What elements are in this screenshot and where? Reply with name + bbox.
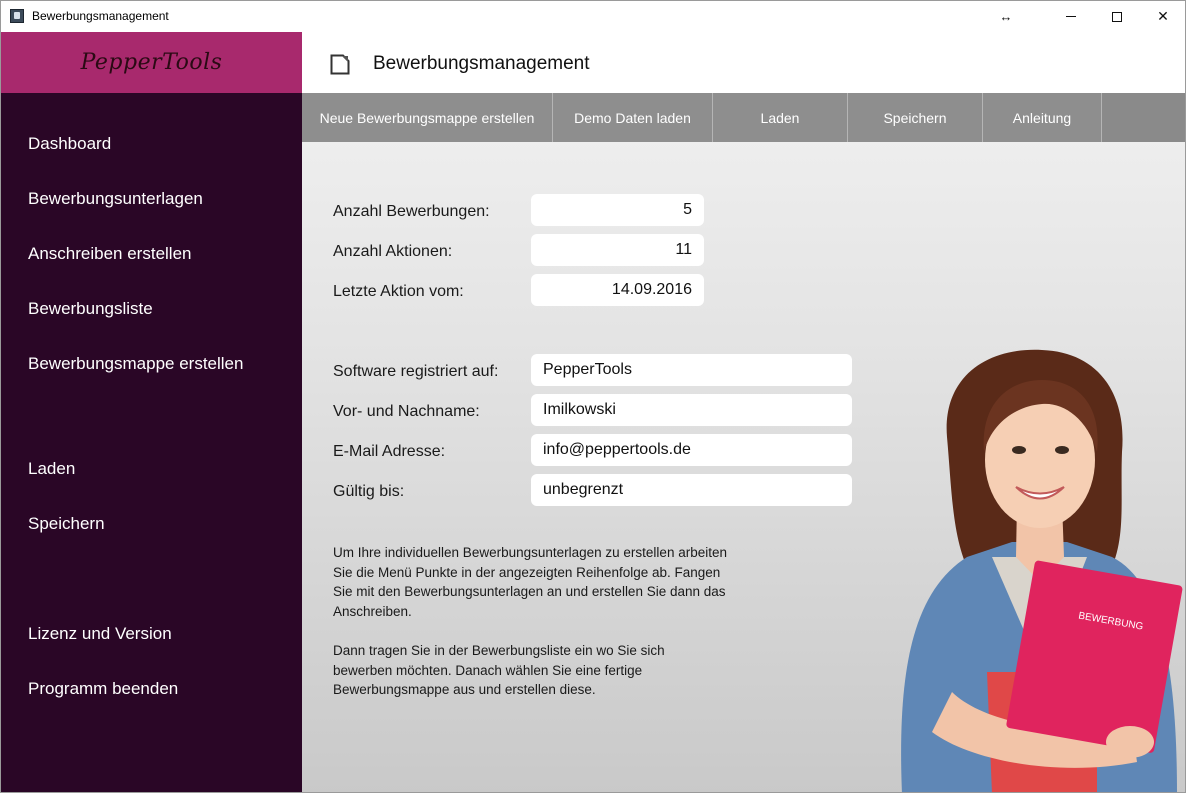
sidebar-item-laden[interactable]: Laden <box>28 459 75 479</box>
name-label: Vor- und Nachname: <box>333 403 480 420</box>
logo-bar: PepperTools <box>1 32 302 93</box>
toolbar: Neue Bewerbungsmappe erstellen Demo Date… <box>302 93 1185 142</box>
maximize-button[interactable] <box>1094 1 1140 32</box>
info-paragraph-2: Dann tragen Sie in der Bewerbungsliste e… <box>333 643 665 697</box>
minimize-button[interactable] <box>1048 1 1094 32</box>
maximize-icon <box>1112 11 1122 22</box>
sidebar-item-lizenz[interactable]: Lizenz und Version <box>28 624 172 644</box>
info-paragraph-1: Um Ihre individuellen Bewerbungsunterlag… <box>333 545 727 619</box>
folder-shape <box>1006 560 1183 753</box>
email-label: E-Mail Adresse: <box>333 443 446 460</box>
new-mappe-button[interactable]: Neue Bewerbungsmappe erstellen <box>302 93 553 142</box>
gueltig-field[interactable]: unbegrenzt <box>531 474 852 506</box>
email-field[interactable]: info@peppertools.de <box>531 434 852 466</box>
anzahl-bewerbungen-label: Anzahl Bewerbungen: <box>333 203 490 220</box>
resize-icon[interactable]: ↔ <box>983 1 1029 32</box>
registriert-field[interactable]: PepperTools <box>531 354 852 386</box>
header: Bewerbungsmanagement <box>302 32 1185 93</box>
sidebar-item-speichern[interactable]: Speichern <box>28 514 105 534</box>
sidebar-item-dashboard[interactable]: Dashboard <box>28 134 111 154</box>
sidebar-item-bewerbungsunterlagen[interactable]: Bewerbungsunterlagen <box>28 189 203 209</box>
minimize-icon <box>1066 16 1076 17</box>
app-icon <box>10 9 24 23</box>
document-icon <box>330 54 350 75</box>
anzahl-bewerbungen-value: 5 <box>531 194 704 226</box>
person-photo: BEWERBUNG <box>901 349 1183 792</box>
app-window: Bewerbungsmanagement ↔ ✕ PepperTools Das… <box>0 0 1186 793</box>
sidebar-item-bewerbungsmappe[interactable]: Bewerbungsmappe erstellen <box>28 354 243 374</box>
page-title: Bewerbungsmanagement <box>373 53 590 74</box>
demo-data-button[interactable]: Demo Daten laden <box>553 93 713 142</box>
load-button[interactable]: Laden <box>713 93 848 142</box>
gueltig-label: Gültig bis: <box>333 483 405 500</box>
main-content: Bewerbungsmanagement Neue Bewerbungsmapp… <box>302 32 1185 792</box>
sidebar-item-bewerbungsliste[interactable]: Bewerbungsliste <box>28 299 153 319</box>
anzahl-aktionen-label: Anzahl Aktionen: <box>333 243 453 260</box>
save-button[interactable]: Speichern <box>848 93 983 142</box>
title-bar: Bewerbungsmanagement ↔ ✕ <box>1 1 1185 32</box>
close-button[interactable]: ✕ <box>1140 1 1185 32</box>
name-field[interactable]: Imilkowski <box>531 394 852 426</box>
sidebar-item-beenden[interactable]: Programm beenden <box>28 679 178 699</box>
logo: PepperTools <box>80 50 223 75</box>
guide-button[interactable]: Anleitung <box>983 93 1102 142</box>
window-title: Bewerbungsmanagement <box>32 9 169 23</box>
letzte-aktion-label: Letzte Aktion vom: <box>333 283 464 300</box>
sidebar: PepperTools Dashboard Bewerbungsunterlag… <box>1 32 302 792</box>
registriert-label: Software registriert auf: <box>333 363 499 380</box>
anzahl-aktionen-value: 11 <box>531 234 704 266</box>
sidebar-item-anschreiben[interactable]: Anschreiben erstellen <box>28 244 191 264</box>
letzte-aktion-value: 14.09.2016 <box>531 274 704 306</box>
